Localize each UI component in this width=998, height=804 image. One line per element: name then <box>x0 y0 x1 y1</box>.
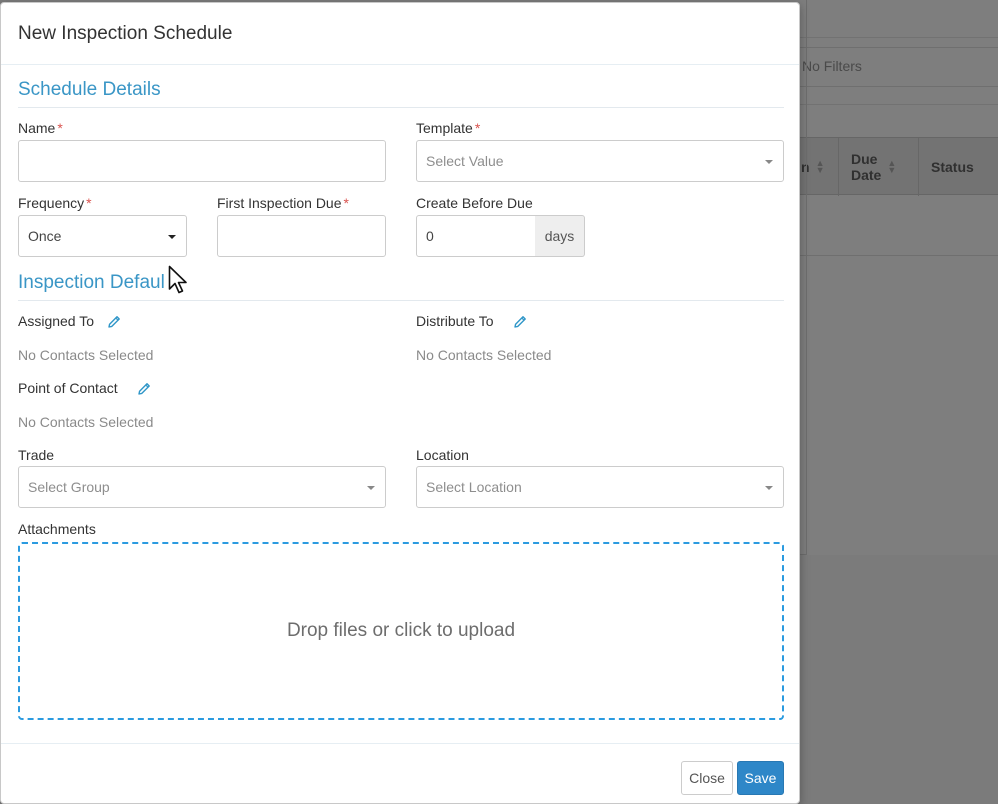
name-label-text: Name <box>18 120 56 136</box>
distribute-to-label: Distribute To <box>416 313 494 329</box>
modal-footer-divider <box>1 743 799 744</box>
background-column-header: Due Date ▲ ▼ <box>838 138 918 196</box>
create-before-due-input[interactable]: 0 <box>416 215 536 257</box>
frequency-label-text: Frequency <box>18 195 85 211</box>
create-before-due-label: Create Before Due <box>416 195 533 211</box>
frequency-label: Frequency * <box>18 195 92 211</box>
required-marker: * <box>474 120 481 136</box>
pencil-icon[interactable] <box>106 314 122 330</box>
modal-header: New Inspection Schedule <box>1 3 799 65</box>
name-input[interactable] <box>18 140 386 182</box>
caret-down-icon <box>765 160 773 164</box>
section-title-schedule-details: Schedule Details <box>18 79 161 100</box>
background-panel-edge <box>806 0 807 555</box>
column-label: Due Date <box>851 151 882 183</box>
location-placeholder: Select Location <box>426 479 522 495</box>
name-label: Name * <box>18 120 63 136</box>
section-divider <box>18 300 784 301</box>
distribute-to-value: No Contacts Selected <box>416 347 552 363</box>
background-divider <box>790 104 998 105</box>
sort-icon: ▲ ▼ <box>887 158 897 175</box>
dropzone-text: Drop files or click to upload <box>286 620 516 641</box>
first-inspection-due-label: First Inspection Due * <box>217 195 349 211</box>
mouse-cursor-icon <box>168 265 187 294</box>
frequency-select[interactable]: Once <box>18 215 187 257</box>
new-inspection-schedule-modal: New Inspection Schedule Schedule Details… <box>0 2 800 804</box>
first-inspection-due-input[interactable] <box>217 215 386 257</box>
trade-select[interactable]: Select Group <box>18 466 386 508</box>
caret-down-icon <box>765 486 773 490</box>
assigned-to-value: No Contacts Selected <box>18 347 154 363</box>
days-addon: days <box>535 215 585 257</box>
section-divider <box>18 107 784 108</box>
close-button[interactable]: Close <box>681 761 733 795</box>
required-marker: * <box>57 120 63 136</box>
attachments-label: Attachments <box>18 521 96 537</box>
required-marker: * <box>86 195 92 211</box>
background-table-header: n ▲▼ Due Date ▲▼ Status <box>790 137 998 196</box>
template-placeholder: Select Value <box>426 153 504 169</box>
pencil-icon[interactable] <box>136 381 152 397</box>
column-label: Status <box>931 159 974 175</box>
caret-down-icon <box>367 486 375 490</box>
template-label: Template * <box>416 120 480 136</box>
trade-placeholder: Select Group <box>28 479 110 495</box>
background-column-header: Status <box>918 138 998 196</box>
file-dropzone[interactable]: Drop files or click to upload <box>18 542 784 720</box>
first-inspection-due-label-text: First Inspection Due <box>217 195 342 211</box>
template-label-text: Template <box>416 120 473 136</box>
modal-title: New Inspection Schedule <box>18 23 233 44</box>
section-title-inspection-defaults: Inspection Defaul <box>18 272 165 293</box>
save-button[interactable]: Save <box>737 761 784 795</box>
trade-label: Trade <box>18 447 55 463</box>
caret-down-icon <box>168 235 176 239</box>
sort-icon: ▲ ▼ <box>815 158 825 175</box>
frequency-value: Once <box>28 228 62 244</box>
background-row-divider <box>790 255 998 256</box>
location-select[interactable]: Select Location <box>416 466 784 508</box>
template-select[interactable]: Select Value <box>416 140 784 182</box>
background-divider <box>790 37 998 38</box>
pencil-icon[interactable] <box>512 314 528 330</box>
required-marker: * <box>343 195 349 211</box>
location-label: Location <box>416 447 469 463</box>
background-filter-text: No Filters <box>802 58 862 74</box>
point-of-contact-label: Point of Contact <box>18 380 118 396</box>
assigned-to-label: Assigned To <box>18 313 95 329</box>
point-of-contact-value: No Contacts Selected <box>18 414 154 430</box>
